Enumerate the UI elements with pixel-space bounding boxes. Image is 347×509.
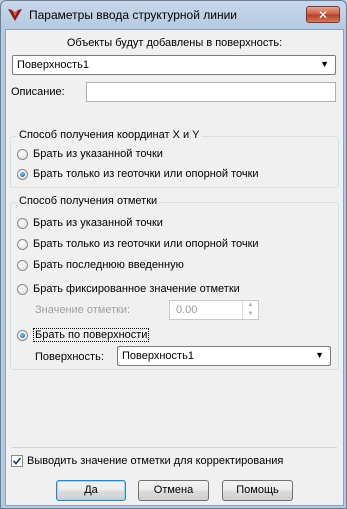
- dialog-client: Объекты будут добавлены в поверхность: П…: [5, 29, 344, 506]
- app-logo-icon: [8, 9, 22, 21]
- elevation-value-spinner[interactable]: 0.00 ▲ ▼: [169, 300, 259, 320]
- target-surface-select[interactable]: Поверхность1 ▼: [12, 55, 336, 75]
- elev-radio-last-entered[interactable]: Брать последнюю введенную: [17, 259, 184, 271]
- close-icon: ✕: [317, 8, 329, 22]
- output-elevation-checkbox[interactable]: Выводить значение отметки для корректиро…: [11, 455, 283, 467]
- spinner-arrows-icon[interactable]: ▲ ▼: [242, 301, 258, 319]
- radio-selected-icon: [17, 168, 28, 180]
- close-button[interactable]: ✕: [306, 6, 340, 23]
- elev-radio-from-geopoint[interactable]: Брать только из геоточки или опорной точ…: [17, 238, 259, 250]
- elevation-surface-select[interactable]: Поверхность1 ▼: [117, 346, 331, 366]
- radio-icon: [17, 259, 28, 271]
- elev-radio-from-surface[interactable]: Брать по поверхности: [17, 328, 150, 342]
- radio-icon: [17, 148, 28, 160]
- xy-radio-from-point[interactable]: Брать из указанной точки: [17, 148, 163, 160]
- title-bar[interactable]: Параметры ввода структурной линии ✕: [1, 1, 346, 29]
- ok-button[interactable]: Да: [56, 480, 126, 501]
- xy-radio-from-geopoint[interactable]: Брать только из геоточки или опорной точ…: [17, 168, 259, 180]
- cancel-button[interactable]: Отмена: [138, 480, 209, 501]
- description-label: Описание:: [11, 86, 65, 98]
- radio-icon: [17, 217, 28, 229]
- elevation-surface-label: Поверхность:: [35, 351, 104, 363]
- help-button[interactable]: Помощь: [222, 480, 293, 501]
- checkbox-checked-icon: [11, 455, 23, 467]
- elevation-value-label: Значение отметки:: [35, 304, 131, 316]
- description-input[interactable]: [86, 82, 336, 102]
- elevation-method-title: Способ получения отметки: [17, 195, 160, 207]
- radio-icon: [17, 283, 28, 295]
- chevron-down-icon: ▼: [320, 59, 329, 69]
- dialog-window: Параметры ввода структурной линии ✕ Объе…: [0, 0, 347, 509]
- radio-icon: [17, 238, 28, 250]
- chevron-down-icon: ▼: [315, 350, 324, 360]
- elev-radio-fixed-value[interactable]: Брать фиксированное значение отметки: [17, 283, 240, 295]
- target-surface-value: Поверхность1: [17, 59, 89, 71]
- elevation-method-group: Способ получения отметки Брать из указан…: [10, 195, 339, 370]
- divider: [12, 447, 337, 448]
- xy-method-group: Способ получения координат X и Y Брать и…: [10, 129, 339, 188]
- elev-radio-from-point[interactable]: Брать из указанной точки: [17, 217, 163, 229]
- window-title: Параметры ввода структурной линии: [29, 8, 238, 22]
- surface-target-label: Объекты будут добавлены в поверхность:: [66, 37, 283, 49]
- xy-method-title: Способ получения координат X и Y: [17, 129, 202, 141]
- radio-selected-icon: [17, 329, 28, 341]
